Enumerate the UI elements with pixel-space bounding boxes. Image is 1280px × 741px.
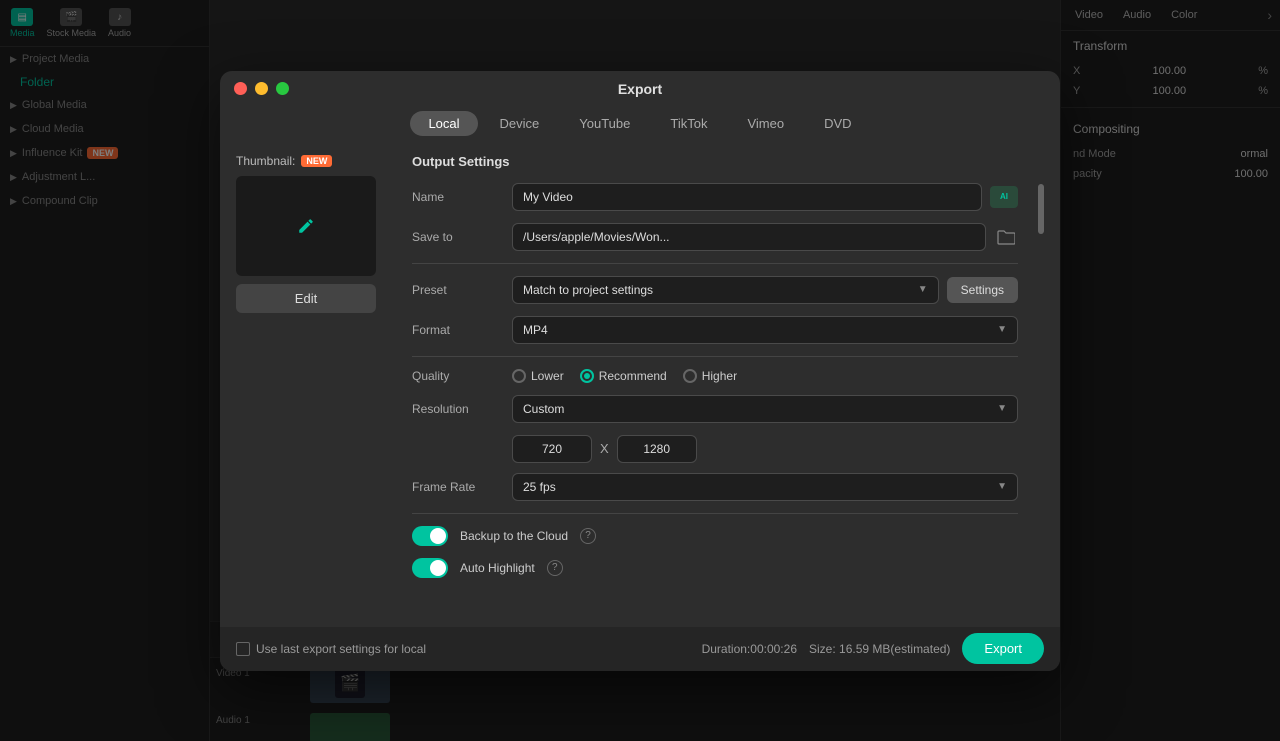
size-info: Size: 16.59 MB(estimated) [809,642,950,656]
modal-title: Export [618,81,662,97]
modal-tabs: Local Device YouTube TikTok Vimeo DVD [220,107,1060,144]
duration-info: Duration:00:00:26 [702,642,797,656]
backup-row: Backup to the Cloud ? [412,526,1018,546]
tab-youtube[interactable]: YouTube [561,111,648,136]
preset-row: Preset Match to project settings ▼ Setti… [412,276,1018,304]
quality-control: Lower Recommend Higher [512,369,1018,383]
thumbnail-panel: Thumbnail: NEW Edit [236,154,396,611]
format-label: Format [412,323,502,337]
quality-lower[interactable]: Lower [512,369,564,383]
modal-titlebar: Export [220,71,1060,107]
framerate-dropdown-arrow: ▼ [997,481,1007,492]
quality-recommend[interactable]: Recommend [580,369,667,383]
tab-dvd[interactable]: DVD [806,111,869,136]
preset-label: Preset [412,283,502,297]
resolution-width-input[interactable] [512,435,592,463]
frame-rate-control: 25 fps ▼ [512,473,1018,501]
radio-lower [512,369,526,383]
preset-dropdown-arrow: ▼ [918,284,928,295]
save-to-control: /Users/apple/Movies/Won... [512,223,1018,251]
format-dropdown[interactable]: MP4 ▼ [512,316,1018,344]
window-controls [234,82,289,95]
save-to-path[interactable]: /Users/apple/Movies/Won... [512,223,986,251]
save-to-label: Save to [412,230,502,244]
backup-label: Backup to the Cloud [460,529,568,543]
name-input[interactable] [512,183,982,211]
export-modal: Export Local Device YouTube TikTok Vimeo… [220,71,1060,671]
name-label: Name [412,190,502,204]
name-control: AI [512,183,1018,211]
format-control: MP4 ▼ [512,316,1018,344]
auto-highlight-label: Auto Highlight [460,561,535,575]
pencil-icon [297,217,315,235]
use-last-label: Use last export settings for local [256,642,426,656]
minimize-button[interactable] [255,82,268,95]
thumbnail-new-badge: NEW [301,155,332,167]
name-row: Name AI [412,183,1018,211]
quality-row: Quality Lower Recommend [412,369,1018,383]
toggle-knob [430,528,446,544]
resolution-label: Resolution [412,402,502,416]
format-dropdown-arrow: ▼ [997,324,1007,335]
ai-name-icon[interactable]: AI [990,186,1018,208]
modal-overlay: Export Local Device YouTube TikTok Vimeo… [0,0,1280,741]
use-last-checkbox-box[interactable] [236,642,250,656]
scrollbar-thumb[interactable] [1038,184,1044,234]
modal-footer: Use last export settings for local Durat… [220,627,1060,671]
auto-highlight-help-icon[interactable]: ? [547,560,563,576]
resolution-row: Resolution Custom ▼ [412,395,1018,423]
modal-body: Thumbnail: NEW Edit Output Settings Name [220,144,1060,627]
use-last-checkbox[interactable]: Use last export settings for local [236,642,426,656]
auto-highlight-toggle-knob [430,560,446,576]
export-button[interactable]: Export [962,633,1044,664]
frame-rate-dropdown[interactable]: 25 fps ▼ [512,473,1018,501]
settings-divider-1 [412,263,1018,264]
radio-higher [683,369,697,383]
frame-rate-row: Frame Rate 25 fps ▼ [412,473,1018,501]
auto-highlight-row: Auto Highlight ? [412,558,1018,578]
quality-label: Quality [412,369,502,383]
quality-higher[interactable]: Higher [683,369,737,383]
settings-divider-3 [412,513,1018,514]
resolution-dropdown-arrow: ▼ [997,403,1007,414]
settings-button[interactable]: Settings [947,277,1018,303]
preset-dropdown[interactable]: Match to project settings ▼ [512,276,939,304]
tab-vimeo[interactable]: Vimeo [729,111,802,136]
resolution-dropdown[interactable]: Custom ▼ [512,395,1018,423]
resolution-height-input[interactable] [617,435,697,463]
radio-recommend [580,369,594,383]
maximize-button[interactable] [276,82,289,95]
settings-divider-2 [412,356,1018,357]
quality-group: Lower Recommend Higher [512,369,737,383]
backup-toggle[interactable] [412,526,448,546]
tab-device[interactable]: Device [482,111,558,136]
resolution-x-separator: X [600,441,609,456]
tab-tiktok[interactable]: TikTok [652,111,725,136]
tab-local[interactable]: Local [410,111,477,136]
preset-control: Match to project settings ▼ Settings [512,276,1018,304]
resolution-inputs-row: X [512,435,1018,463]
auto-highlight-toggle[interactable] [412,558,448,578]
edit-thumbnail-button[interactable]: Edit [236,284,376,313]
frame-rate-label: Frame Rate [412,480,502,494]
output-settings-title: Output Settings [412,154,1018,169]
resolution-control: Custom ▼ [512,395,1018,423]
save-to-row: Save to /Users/apple/Movies/Won... [412,223,1018,251]
thumbnail-preview [236,176,376,276]
thumbnail-label: Thumbnail: NEW [236,154,396,168]
format-row: Format MP4 ▼ [412,316,1018,344]
close-button[interactable] [234,82,247,95]
backup-help-icon[interactable]: ? [580,528,596,544]
folder-browse-icon[interactable] [994,225,1018,249]
output-settings-panel: Output Settings Name AI Save to [412,154,1018,611]
